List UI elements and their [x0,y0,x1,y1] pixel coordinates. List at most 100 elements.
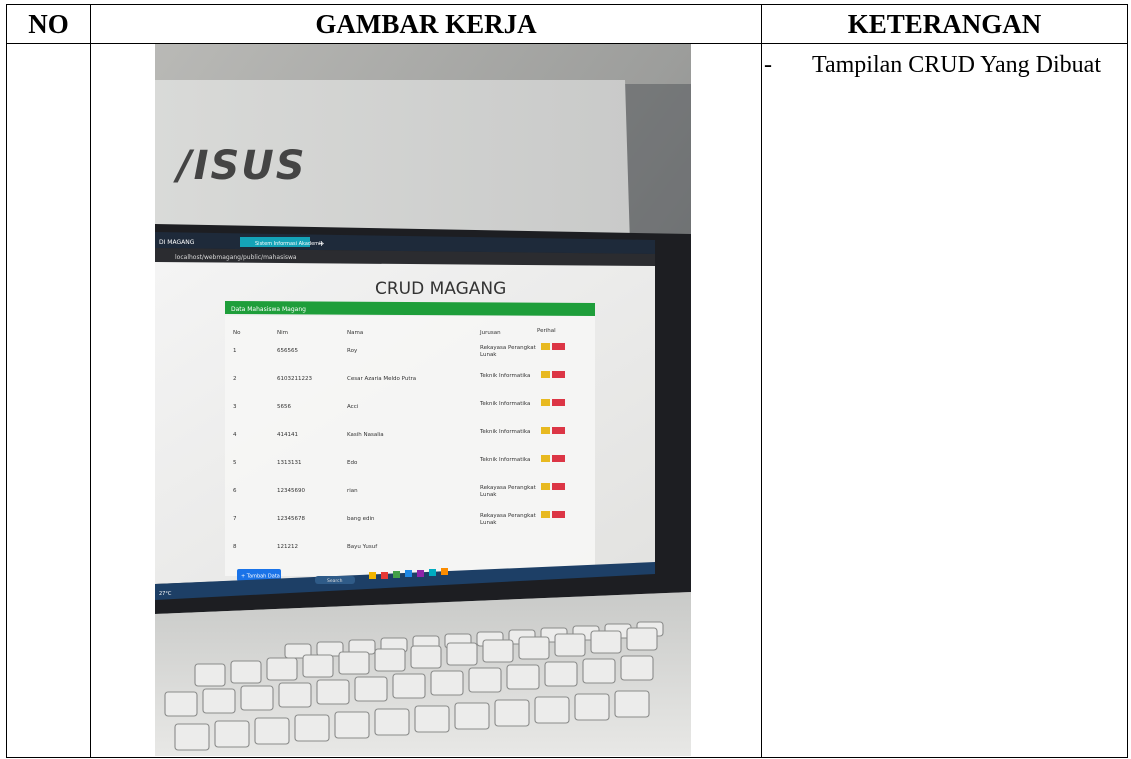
delete-button[interactable] [552,371,565,378]
crud-jurusan: Rekayasa Perangkat [480,345,537,351]
edit-button[interactable] [541,455,550,462]
crud-jurusan-line2: Lunak [480,492,497,498]
crud-no: 2 [233,376,237,382]
crud-no: 8 [233,544,237,550]
crud-jurusan: Teknik Informatika [479,457,530,463]
crud-jurusan: Teknik Informatika [479,401,530,407]
crud-nama: Acci [347,404,359,410]
keyboard-key [294,714,330,742]
crud-nim: 121212 [277,544,298,550]
keyboard-key [482,639,514,663]
panel-title: Data Mahasiswa Magang [231,306,306,313]
keyboard-key [194,663,226,687]
document-table: NO GAMBAR KERJA KETERANGAN /ISUS DI MAGA… [6,4,1128,758]
crud-nama: Cesar Azaria Meldo Putra [347,376,416,382]
crud-nama: Edo [347,460,358,466]
header-row: NO GAMBAR KERJA KETERANGAN [6,4,1128,44]
keyboard-key [620,655,654,681]
keyboard-key [582,658,616,684]
keyboard-key [266,657,298,681]
crud-jurusan-line2: Lunak [480,520,497,526]
keyboard-key [354,676,388,702]
svg-text:Nim: Nim [277,330,288,336]
svg-text:No: No [233,330,241,336]
edit-button[interactable] [541,427,550,434]
crud-nim: 12345678 [277,516,305,522]
keyboard-key [506,664,540,690]
keyboard-key [430,670,464,696]
crud-jurusan: Teknik Informatika [479,373,530,379]
keterangan-item: - Tampilan CRUD Yang Dibuat [762,51,1123,79]
keyboard-key [174,723,210,751]
keyboard-key [374,708,410,736]
crud-no: 4 [233,432,237,438]
crud-nama: Roy [347,348,358,354]
keyboard-key [626,627,658,651]
delete-button[interactable] [552,511,565,518]
delete-button[interactable] [552,483,565,490]
keterangan-text: Tampilan CRUD Yang Dibuat [812,52,1101,78]
keyboard-key [614,690,650,718]
delete-button[interactable] [552,455,565,462]
crud-nim: 656565 [277,348,298,354]
keyboard-key [164,691,198,717]
weather-widget: 27°C [159,591,172,597]
no-cell [6,43,91,758]
list-dash: - [764,52,772,78]
address-bar[interactable]: localhost/webmagang/public/mahasiswa [175,254,297,261]
tab-di-magang[interactable]: DI MAGANG [159,239,195,246]
crud-jurusan-line2: Lunak [480,352,497,358]
keyboard-key [590,630,622,654]
crud-no: 3 [233,404,237,410]
gambar-cell: /ISUS DI MAGANG Sistem Informasi Akademi… [90,43,762,758]
header-no: NO [6,4,91,44]
keyboard-key [202,688,236,714]
keterangan-cell: - Tampilan CRUD Yang Dibuat [761,43,1128,758]
photo-laptop-crud: /ISUS DI MAGANG Sistem Informasi Akademi… [155,44,691,756]
crud-nim: 12345690 [277,488,305,494]
header-gambar-kerja: GAMBAR KERJA [90,4,762,44]
keyboard-key [554,633,586,657]
svg-text:Nama: Nama [347,330,363,336]
delete-button[interactable] [552,427,565,434]
tab-sistem-informasi[interactable]: Sistem Informasi Akademik [255,241,323,247]
delete-button[interactable] [552,399,565,406]
crud-no: 5 [233,460,237,466]
keyboard-key [414,705,450,733]
edit-button[interactable] [541,371,550,378]
taskbar-search-label: Search [327,578,343,584]
svg-text:Perihal: Perihal [537,328,556,334]
edit-button[interactable] [541,511,550,518]
delete-button[interactable] [552,343,565,350]
keyboard-key [240,685,274,711]
keyboard-key [468,667,502,693]
crud-jurusan: Rekayasa Perangkat [480,485,537,491]
crud-no: 7 [233,516,237,522]
keyboard-key [518,636,550,660]
keyboard-key [214,720,250,748]
crud-nim: 6103211223 [277,376,312,382]
keyboard-key [494,699,530,727]
keyboard-key [302,654,334,678]
crud-nim: 5656 [277,404,291,410]
new-tab-button[interactable]: + [318,239,325,248]
crud-jurusan: Rekayasa Perangkat [480,513,537,519]
edit-button[interactable] [541,483,550,490]
keyboard-key [230,660,262,684]
keyboard-key [574,693,610,721]
table-row: /ISUS DI MAGANG Sistem Informasi Akademi… [6,43,1128,758]
crud-no: 6 [233,488,237,494]
keyboard-key [544,661,578,687]
crud-no: 1 [233,348,237,354]
keyboard-key [338,651,370,675]
edit-button[interactable] [541,399,550,406]
keyboard-key [316,679,350,705]
header-keterangan: KETERANGAN [761,4,1128,44]
asus-logo: /ISUS [173,143,307,189]
keyboard-key [254,717,290,745]
crud-nama: rian [347,488,358,494]
edit-button[interactable] [541,343,550,350]
crud-nim: 1313131 [277,460,302,466]
crud-jurusan: Teknik Informatika [479,429,530,435]
crud-nim: 414141 [277,432,298,438]
